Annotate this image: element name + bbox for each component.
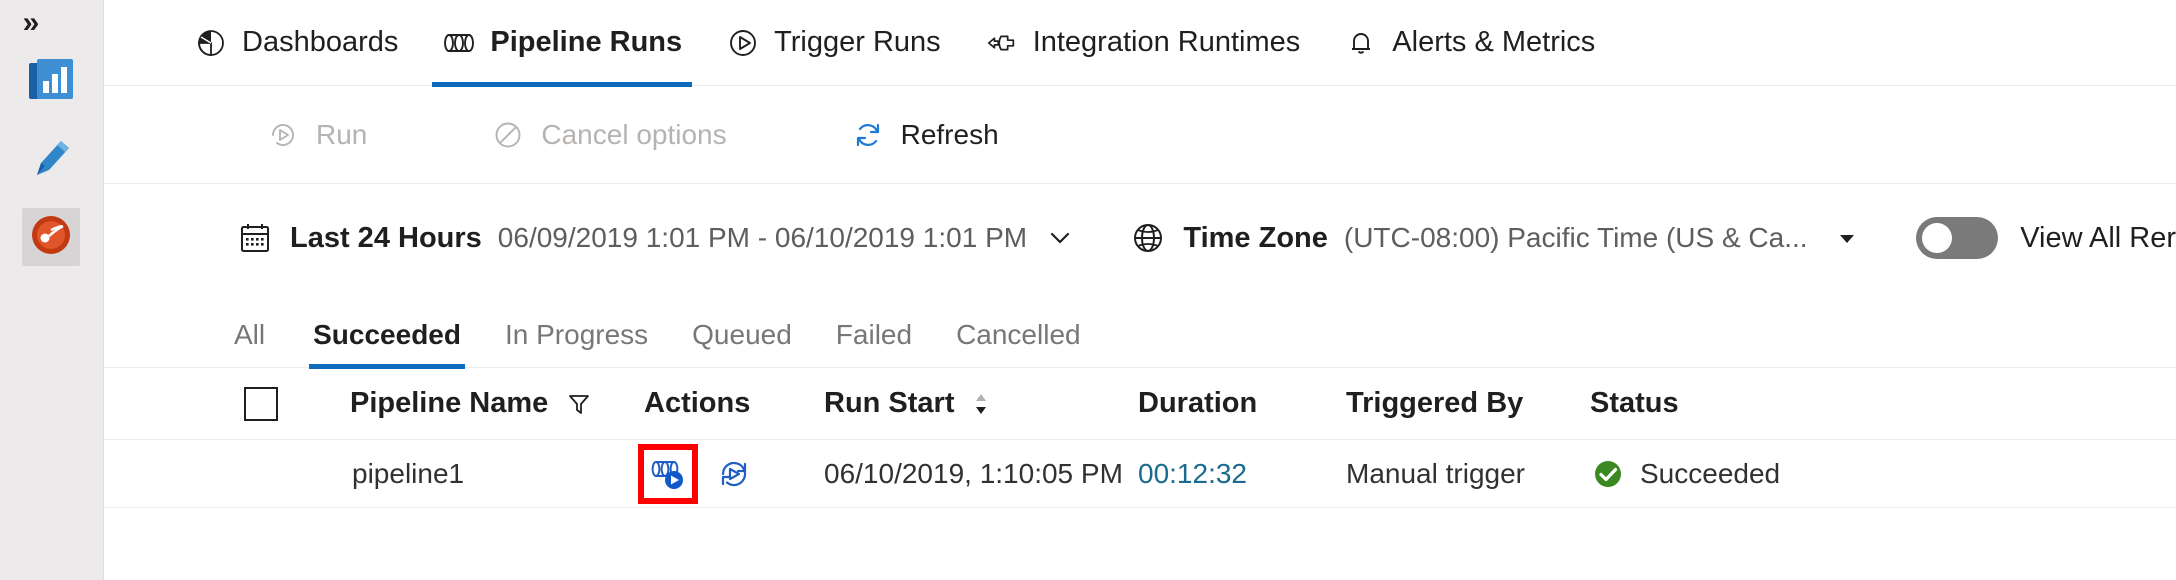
run-button[interactable]: Run <box>240 103 393 167</box>
top-nav: Dashboards Pipeline Runs Trigger Runs In… <box>104 0 2176 87</box>
timezone-picker[interactable]: Time Zone (UTC-08:00) Pacific Time (US &… <box>1129 219 1808 257</box>
cell-run-start: 06/10/2019, 1:10:05 PM <box>824 458 1138 490</box>
table-header-row: Pipeline Name Actions Run Start Duration… <box>104 368 2176 440</box>
globe-icon <box>1129 219 1167 257</box>
pipeline-name-value[interactable]: pipeline1 <box>350 458 464 490</box>
date-range-picker[interactable]: Last 24 Hours 06/09/2019 1:01 PM - 06/10… <box>236 219 1077 257</box>
view-all-runs-label: View All Rer <box>2020 221 2176 254</box>
timezone-value: (UTC-08:00) Pacific Time (US & Ca... <box>1343 222 1808 253</box>
select-all-cell <box>244 386 350 421</box>
cancel-options-button[interactable]: Cancel options <box>465 103 752 167</box>
play-circle-icon <box>726 26 760 60</box>
header-status: Status <box>1590 387 1850 420</box>
manage-icon <box>25 209 77 266</box>
cell-triggered-by: Manual trigger <box>1346 458 1590 490</box>
cell-duration: 00:12:32 <box>1138 458 1346 490</box>
integration-runtime-icon <box>985 26 1019 60</box>
pipeline-icon <box>442 26 476 60</box>
success-check-icon <box>1590 456 1626 492</box>
toggle-knob <box>1922 223 1953 253</box>
tab-trigger-runs[interactable]: Trigger Runs <box>704 0 963 85</box>
view-activity-runs-icon[interactable] <box>638 443 698 504</box>
pipeline-runs-table: Pipeline Name Actions Run Start Duration… <box>104 368 2176 508</box>
sort-descending-icon[interactable] <box>969 387 993 421</box>
header-duration: Duration <box>1138 387 1346 420</box>
status-tab-succeeded[interactable]: Succeeded <box>291 319 483 369</box>
status-filter-tabs: All Succeeded In Progress Queued Failed … <box>104 292 2176 369</box>
header-triggered-by-label: Triggered By <box>1346 387 1524 419</box>
tab-alerts-metrics-label: Alerts & Metrics <box>1392 26 1596 58</box>
cell-status: Succeeded <box>1590 456 1850 492</box>
rail-item-manage[interactable] <box>22 208 80 266</box>
header-triggered-by: Triggered By <box>1346 387 1590 420</box>
view-all-runs-toggle[interactable] <box>1916 217 1999 259</box>
refresh-button-label: Refresh <box>900 118 999 150</box>
cell-pipeline-name: pipeline1 <box>350 458 644 490</box>
main-content: Dashboards Pipeline Runs Trigger Runs In… <box>104 0 2176 580</box>
triggered-by-value: Manual trigger <box>1346 457 1525 489</box>
status-tab-in-progress[interactable]: In Progress <box>483 319 670 367</box>
tab-integration-runtimes[interactable]: Integration Runtimes <box>963 0 1323 85</box>
calendar-icon <box>236 219 274 257</box>
tab-pipeline-runs[interactable]: Pipeline Runs <box>420 0 704 87</box>
pie-chart-icon <box>194 26 228 60</box>
run-button-label: Run <box>316 118 368 150</box>
timezone-label: Time Zone <box>1183 221 1328 254</box>
rerun-icon[interactable] <box>710 450 758 498</box>
tab-alerts-metrics[interactable]: Alerts & Metrics <box>1322 0 1617 85</box>
expand-rail-button[interactable]: » <box>10 4 52 42</box>
header-actions: Actions <box>644 387 824 420</box>
command-bar: Run Cancel options Refresh <box>104 86 2176 184</box>
tab-pipeline-runs-label: Pipeline Runs <box>490 26 683 58</box>
status-tab-failed[interactable]: Failed <box>814 319 934 367</box>
run-start-value: 06/10/2019, 1:10:05 PM <box>824 457 1123 489</box>
header-run-start[interactable]: Run Start <box>824 387 1138 421</box>
monitor-icon <box>25 53 77 110</box>
header-actions-label: Actions <box>644 387 751 419</box>
refresh-icon <box>851 118 885 152</box>
refresh-button[interactable]: Refresh <box>825 103 1025 167</box>
cancel-circle-icon <box>491 118 525 152</box>
cell-actions <box>638 443 824 504</box>
tab-dashboards[interactable]: Dashboards <box>172 0 420 85</box>
chevron-down-icon[interactable] <box>1043 221 1077 255</box>
header-duration-label: Duration <box>1138 387 1258 419</box>
bell-icon <box>1344 26 1378 60</box>
cancel-options-button-label: Cancel options <box>541 118 727 150</box>
date-range-label: Last 24 Hours <box>290 221 482 254</box>
status-value: Succeeded <box>1640 457 1781 489</box>
rail-item-author[interactable] <box>22 130 80 188</box>
select-all-checkbox[interactable] <box>244 386 278 421</box>
tab-trigger-runs-label: Trigger Runs <box>774 26 941 58</box>
date-range-value: 06/09/2019 1:01 PM - 06/10/2019 1:01 PM <box>497 222 1028 253</box>
left-rail: » <box>0 0 104 580</box>
table-row[interactable]: pipeline1 06/10/2019, 1:10:05 PM 00:12:3… <box>104 440 2176 508</box>
header-status-label: Status <box>1590 387 1679 419</box>
filter-icon[interactable] <box>564 389 594 419</box>
tab-integration-runtimes-label: Integration Runtimes <box>1032 26 1301 58</box>
tab-dashboards-label: Dashboards <box>242 26 399 58</box>
azure-data-factory-monitor: » Dashboards Pipeline Runs Trigger Runs … <box>0 0 2176 580</box>
caret-down-icon[interactable] <box>1834 223 1860 253</box>
filter-bar: Last 24 Hours 06/09/2019 1:01 PM - 06/10… <box>104 184 2176 292</box>
rail-item-monitor[interactable] <box>22 52 80 110</box>
status-tab-cancelled[interactable]: Cancelled <box>934 319 1103 367</box>
header-run-start-label: Run Start <box>824 387 955 419</box>
header-pipeline-name[interactable]: Pipeline Name <box>350 387 644 420</box>
header-pipeline-name-label: Pipeline Name <box>350 387 549 419</box>
run-icon <box>266 118 300 152</box>
author-pencil-icon <box>25 131 77 188</box>
status-tab-all[interactable]: All <box>234 319 287 367</box>
status-tab-queued[interactable]: Queued <box>670 319 814 367</box>
duration-value[interactable]: 00:12:32 <box>1138 458 1247 490</box>
